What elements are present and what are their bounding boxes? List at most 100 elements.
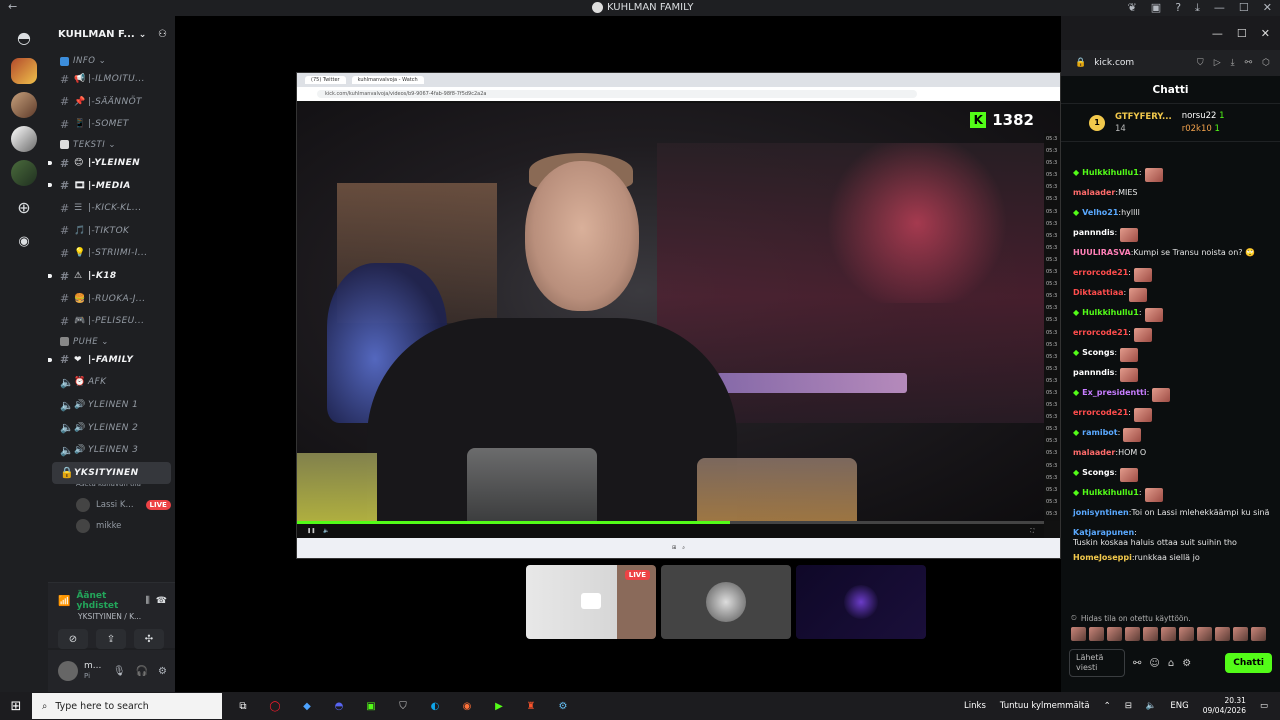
voice-user[interactable]: Lassi K... LIVE [48,494,175,515]
chat-username[interactable]: Hulkkihullu1 [1082,488,1139,498]
headphones-icon[interactable]: 🎧 [136,666,148,677]
extension-icon[interactable]: ⚯ [1245,58,1253,68]
emote[interactable] [1161,627,1176,641]
store-icon[interactable]: ⌂ [1168,658,1174,669]
emote[interactable] [1125,627,1140,641]
emote[interactable] [1089,627,1104,641]
chat-username[interactable]: HomeJoseppi [1073,553,1132,563]
clock[interactable]: 20.31 09/04/2026 [1203,696,1246,716]
channel-striimi[interactable]: # 💡 |-STRIIMI-I... [48,242,175,265]
chat-username[interactable]: jonisyntinen [1073,508,1129,518]
thumbnail-screenshare[interactable]: LIVE [526,565,656,639]
channel-yleinen[interactable]: # 😊 |-YLEINEN [48,152,175,175]
chat-username[interactable]: Hulkkihullu1 [1082,308,1139,318]
play-icon[interactable]: ▷ [1214,58,1221,68]
voice-channel-yleinen2[interactable]: 🔈 🔊 YLEINEN 2 [48,416,175,439]
minimize-icon[interactable]: — [1212,27,1223,40]
voice-channel-yleinen1[interactable]: 🔈 🔊 YLEINEN 1 [48,394,175,417]
emote[interactable] [1179,627,1194,641]
channel-saannot[interactable]: # 📌 |-SÄÄNNÖT [48,91,175,114]
channel-ruoka[interactable]: # 🍔 |-RUOKA-J... [48,287,175,310]
network-icon[interactable]: ⊟ [1125,701,1132,711]
server-icon-1[interactable] [11,58,37,84]
chat-username[interactable]: Ex_presidentti [1082,388,1146,398]
channel-somet[interactable]: # 📱 |-SOMET [48,113,175,136]
emoji-icon[interactable]: ☺ [1149,658,1159,669]
server-icon-2[interactable] [11,92,37,118]
taskbar-search[interactable]: ⌕ Type here to search [32,693,222,719]
download-icon[interactable]: ⤓ [1231,58,1235,68]
category-puhe[interactable]: PUHE ⌄ [48,335,175,349]
settings-gear-icon[interactable]: ⚙ [1182,658,1191,669]
chat-username[interactable]: Diktaattiaa [1073,288,1124,298]
add-server-icon[interactable]: ⊕ [11,194,37,220]
chat-input[interactable]: Lähetä viesti [1069,649,1125,677]
leader-3-name[interactable]: r02k10 [1182,124,1212,134]
chat-username[interactable]: Scongs [1082,348,1114,358]
maximize-icon[interactable]: ☐ [1239,1,1249,15]
kick-app-icon[interactable]: ▣ [360,695,382,717]
discord-icon[interactable]: ◓ [328,695,350,717]
windows-start-icon[interactable]: ⊞ [0,692,32,720]
chevron-up-icon[interactable]: ⌃ [1104,701,1111,711]
channel-kick[interactable]: # ☰ |-KICK-KL... [48,197,175,220]
channel-ilmoitukset[interactable]: # 📢 |-ILMOITU... [48,68,175,91]
links-label[interactable]: Links [964,701,986,711]
leader-1-name[interactable]: GTFYFERY... [1115,112,1172,122]
chat-username[interactable]: errorcode21 [1073,268,1128,278]
emote[interactable] [1251,627,1266,641]
chat-username[interactable]: Hulkkihullu1 [1082,168,1139,178]
server-icon-4[interactable] [11,160,37,186]
close-icon[interactable]: ✕ [1261,27,1270,40]
thumbnail-user[interactable] [796,565,926,639]
help-icon[interactable]: ? [1175,1,1181,15]
user-avatar[interactable] [58,661,78,681]
discord-home-icon[interactable]: ◓ [11,24,37,50]
activities-button[interactable]: ✣ [134,629,164,649]
noise-icon[interactable]: ⫼ [146,596,150,606]
popup-url-bar[interactable]: 🔒 kick.com ⛉ ▷ ⤓ ⚯ ⬡ [1061,50,1280,76]
app-icon[interactable]: ◆ [296,695,318,717]
channel-k18[interactable]: # ⚠ |-K18 [48,265,175,288]
opera-icon[interactable]: ◯ [264,695,286,717]
voice-status[interactable]: Äänet yhdistet [76,591,139,611]
extension-icon[interactable]: ⚯ [1133,658,1141,669]
voice-channel-yksityinen[interactable]: 🔒 YKSITYINEN [52,461,171,485]
chat-username[interactable]: ramibot [1082,428,1117,438]
channel-family[interactable]: # ❤ |-FAMILY [48,349,175,372]
category-info[interactable]: INFO ⌄ [48,54,175,68]
fullscreen-icon[interactable]: ⛶ [1030,528,1034,534]
channel-peliseura[interactable]: # 🎮 |-PELISEU... [48,310,175,333]
chat-username[interactable]: Velho21 [1082,208,1118,218]
chat-username[interactable]: HUULIRASVA [1073,248,1131,258]
chat-username[interactable]: errorcode21 [1073,328,1128,338]
thumbnail-user[interactable] [661,565,791,639]
voice-channel-yleinen3[interactable]: 🔈 🔊 YLEINEN 3 [48,439,175,462]
language-label[interactable]: ENG [1170,701,1188,711]
notifications-icon[interactable]: ▭ [1260,701,1268,711]
settings-gear-icon[interactable]: ⚙ [158,666,167,677]
weather-text[interactable]: Tuntuu kylmemmältä [1000,701,1090,711]
shield-app-icon[interactable]: ⛉ [392,695,414,717]
maximize-icon[interactable]: ☐ [1237,27,1247,40]
chat-username[interactable]: Scongs [1082,468,1114,478]
leaf-icon[interactable]: ❦ [1128,1,1137,15]
shield-icon[interactable]: ⛉ [1197,58,1204,68]
chat-username[interactable]: malaader [1073,448,1115,458]
channel-media[interactable]: # 🎞 |-MEDIA [48,174,175,197]
emote[interactable] [1107,627,1122,641]
steam-icon[interactable]: ⚙ [552,695,574,717]
channel-tiktok[interactable]: # 🎵 |-TIKTOK [48,220,175,243]
screenshare[interactable]: (75) Twitter kuhlmanvalvoja - Watch kick… [296,72,1061,559]
task-view-icon[interactable]: ⧉ [232,695,254,717]
invite-icon[interactable]: ⚇ [158,29,167,40]
pause-icon[interactable]: ❚❚ [307,528,315,534]
chat-username[interactable]: pannndis [1073,228,1114,238]
chat-username[interactable]: pannndis [1073,368,1114,378]
leader-2-name[interactable]: norsu22 [1182,111,1217,121]
screenshare-button[interactable]: ⇪ [96,629,126,649]
voice-user[interactable]: mikke [48,515,175,536]
chat-username[interactable]: malaader [1073,188,1115,198]
discover-icon[interactable]: ◉ [11,228,37,254]
mute-icon[interactable]: 🎙 [113,666,126,677]
